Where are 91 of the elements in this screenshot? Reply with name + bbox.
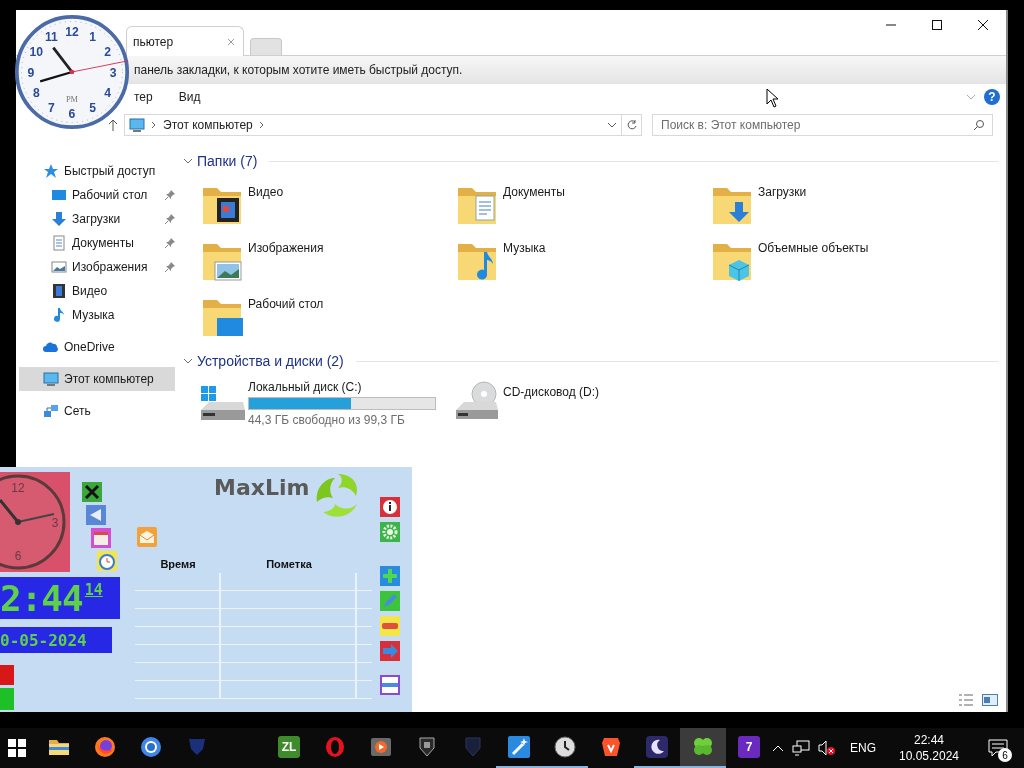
analog-clock-drawing: 11 12 1 10 2 9 3 8 4 7 6 5 PM xyxy=(14,14,130,130)
network-icon xyxy=(43,403,59,419)
monitor-icon xyxy=(129,117,145,133)
free-space-text: 44,3 ГБ свободно из 99,3 ГБ xyxy=(248,413,406,427)
close-icon[interactable] xyxy=(227,37,235,46)
browser-icon xyxy=(139,735,163,759)
bookmarks-hint: панель закладки, к которым хотите иметь быстрый доступ. xyxy=(134,63,463,77)
pin-icon xyxy=(165,238,175,248)
close-icon xyxy=(978,20,988,30)
minus-icon[interactable] xyxy=(380,616,400,636)
sidebar-item[interactable]: Рабочий стол xyxy=(19,183,175,207)
film-icon xyxy=(51,283,67,299)
item-name[interactable]: Загрузки xyxy=(758,180,807,199)
analog-clock-drawing: 12 3 6 xyxy=(0,472,70,572)
refresh-icon xyxy=(625,119,638,131)
sidebar-item[interactable]: Сеть xyxy=(19,399,175,423)
chevron-up-icon[interactable] xyxy=(772,744,784,752)
monitor-icon xyxy=(43,371,59,387)
item-name[interactable]: CD-дисковод (D:) xyxy=(503,380,600,399)
ring-icon xyxy=(323,735,347,759)
message-icon xyxy=(988,739,1008,757)
pin-icon xyxy=(165,214,175,224)
alarm-clock-icon[interactable] xyxy=(97,551,117,571)
item-name[interactable]: Документы xyxy=(503,180,565,199)
breadcrumb-chevron-icon[interactable] xyxy=(151,121,157,129)
play-icon xyxy=(369,735,393,759)
fox-icon xyxy=(93,735,117,759)
breadcrumb[interactable]: Этот компьютер xyxy=(163,118,253,132)
section-header[interactable]: Папки (7) xyxy=(197,153,258,169)
taskbar-app[interactable]: ZL xyxy=(266,728,312,768)
sidebar-item[interactable]: Загрузки xyxy=(19,207,175,231)
windows-logo-icon xyxy=(8,739,26,757)
close-icon[interactable] xyxy=(82,482,102,502)
collapse-chevron-icon[interactable] xyxy=(183,356,193,366)
star-icon xyxy=(43,163,59,179)
mouse-cursor-icon xyxy=(766,88,779,108)
item-name[interactable]: Рабочий стол xyxy=(248,292,324,311)
document-icon xyxy=(51,235,67,251)
taskbar-clock[interactable]: 22:44 10.05.2024 xyxy=(894,732,964,764)
taskbar-app[interactable]: 7 xyxy=(726,728,772,768)
window-icon[interactable] xyxy=(380,675,400,695)
sidebar-item[interactable]: Изображения xyxy=(19,255,175,279)
maximize-icon xyxy=(932,20,942,30)
moon-icon xyxy=(645,735,669,759)
notifications-button[interactable]: 6 xyxy=(978,728,1018,768)
sidebar-item[interactable]: Документы xyxy=(19,231,175,255)
network-icon[interactable] xyxy=(792,740,810,756)
item-name[interactable]: Изображения xyxy=(248,236,324,255)
pin-icon xyxy=(165,262,175,272)
notification-count: 6 xyxy=(998,748,1012,762)
sidebar-item[interactable]: Музыка xyxy=(19,303,175,327)
dropdown-chevron-icon[interactable] xyxy=(607,122,617,128)
logo-text: MaxLim xyxy=(214,475,310,500)
language-indicator[interactable]: ENG xyxy=(850,741,876,755)
item-name[interactable]: Объемные объекты xyxy=(758,236,869,255)
breadcrumb-chevron-icon[interactable] xyxy=(258,121,265,129)
picture-icon xyxy=(51,259,67,275)
item-name[interactable]: Музыка xyxy=(503,236,546,255)
column-header[interactable]: Пометка xyxy=(221,558,357,570)
collapse-chevron-icon[interactable] xyxy=(183,156,193,166)
item-name[interactable]: Видео xyxy=(248,180,284,199)
download-arrow-icon xyxy=(51,211,67,227)
seconds-text: 14 xyxy=(84,581,103,599)
date-text: 0-05-2024 xyxy=(0,630,87,650)
address-field[interactable]: Этот компьютер xyxy=(124,114,622,136)
up-arrow-icon[interactable] xyxy=(108,118,118,132)
pin-icon xyxy=(165,190,175,200)
info-icon[interactable] xyxy=(380,497,400,517)
magic-wand-icon xyxy=(507,735,531,759)
tab-title: пьютер xyxy=(133,34,174,49)
time-text: 2:44 xyxy=(0,577,83,619)
drive-name[interactable]: Локальный диск (C:) xyxy=(248,380,436,394)
help-button[interactable]: ? xyxy=(984,88,1000,105)
clock-icon xyxy=(553,735,577,759)
sidebar-item[interactable]: Видео xyxy=(19,279,175,303)
tab[interactable]: пьютер xyxy=(126,26,244,56)
desktop-icon xyxy=(51,187,67,203)
calendar-icon[interactable] xyxy=(91,528,111,548)
sidebar-item[interactable]: Быстрый доступ xyxy=(19,159,175,183)
music-note-icon xyxy=(51,307,67,323)
menu-item[interactable]: тер xyxy=(134,89,153,104)
section-header[interactable]: Устройства и диски (2) xyxy=(197,353,344,369)
sidebar-item[interactable]: OneDrive xyxy=(19,335,175,359)
refresh-button[interactable] xyxy=(622,114,642,136)
muted-speaker-icon[interactable] xyxy=(818,740,836,756)
menu-item[interactable]: Вид xyxy=(178,89,201,104)
column-header[interactable]: Время xyxy=(135,558,221,570)
sidebar-item[interactable]: Этот компьютер xyxy=(19,367,175,391)
search-field[interactable]: Поиск в: Этот компьютер xyxy=(652,114,993,136)
search-icon[interactable] xyxy=(973,119,985,131)
tiles-view-icon[interactable] xyxy=(982,693,998,707)
